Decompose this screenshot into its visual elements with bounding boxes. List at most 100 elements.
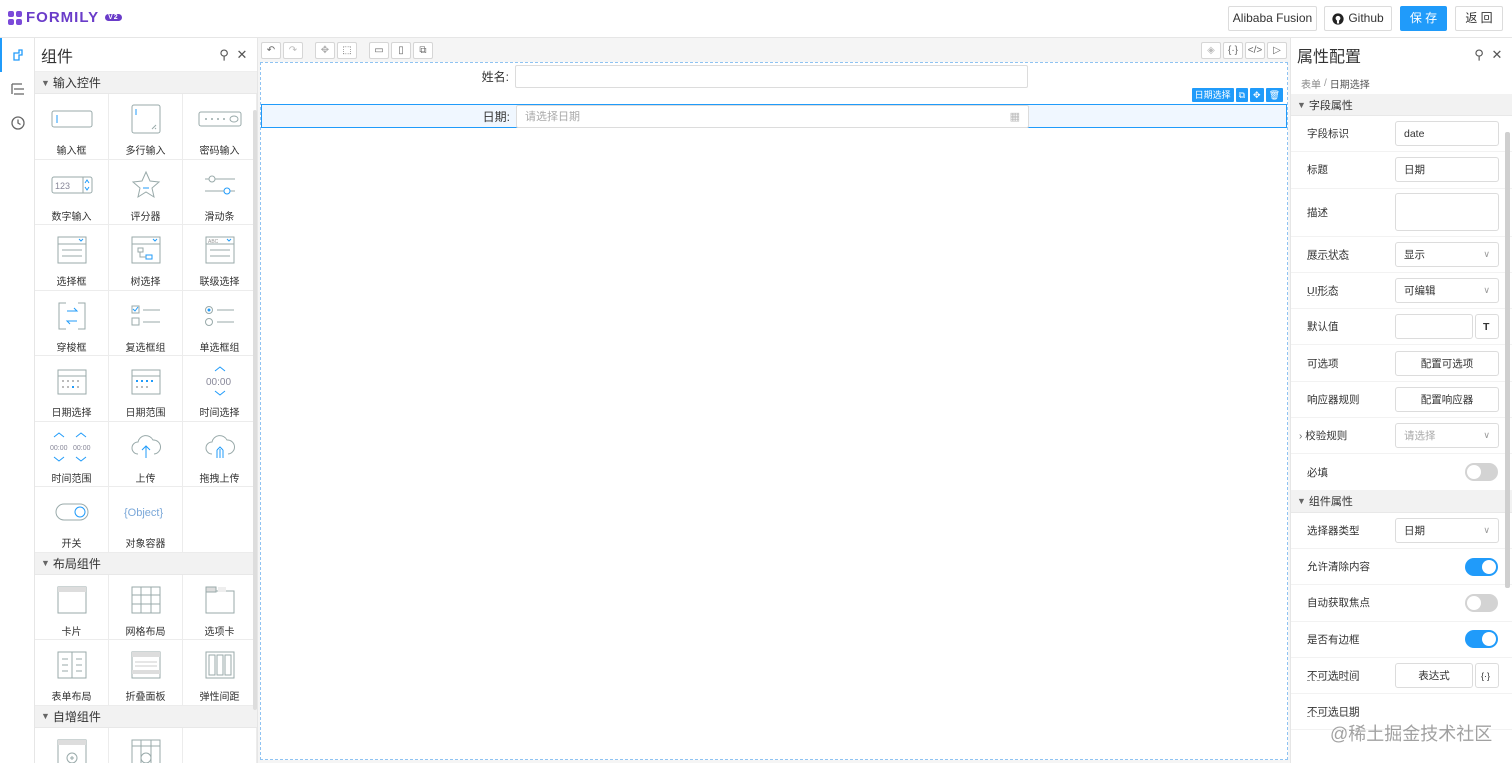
component-time-picker[interactable]: 00:00 时间选择 bbox=[183, 356, 257, 422]
component-object[interactable]: {Object} 对象容器 bbox=[109, 487, 183, 553]
component-cascader[interactable]: ABC 联级选择 bbox=[183, 225, 257, 291]
component-rate[interactable]: 评分器 bbox=[109, 159, 183, 225]
component-input[interactable]: 输入框 bbox=[35, 94, 109, 160]
alibaba-fusion-button[interactable]: Alibaba Fusion bbox=[1228, 6, 1317, 31]
config-options-button[interactable]: 配置可选项 bbox=[1395, 350, 1499, 376]
delete-icon[interactable]: 🗑 bbox=[1265, 88, 1283, 102]
group-array-components[interactable]: ▼ 自增组件 bbox=[35, 705, 257, 728]
description-textarea[interactable] bbox=[1395, 193, 1499, 232]
copy-icon[interactable]: ⧉ bbox=[1235, 88, 1249, 102]
github-button[interactable]: Github bbox=[1324, 6, 1392, 31]
title-input[interactable]: 日期 bbox=[1395, 157, 1499, 183]
component-date-range[interactable]: 日期范围 bbox=[109, 356, 183, 422]
date-picker-input[interactable]: 请选择日期 ▦ bbox=[516, 104, 1029, 128]
preview-button[interactable]: ▷ bbox=[1267, 41, 1287, 59]
field-id-input[interactable]: date bbox=[1395, 121, 1499, 147]
validator-select[interactable]: 请选择 ∨ bbox=[1395, 423, 1499, 449]
default-value-input[interactable] bbox=[1395, 314, 1473, 340]
name-input[interactable] bbox=[515, 64, 1028, 88]
picker-select[interactable]: 日期 ∨ bbox=[1395, 517, 1499, 543]
formily-logo[interactable]: FORMILY V2 bbox=[8, 9, 122, 26]
drag-icon[interactable]: ✥ bbox=[1250, 88, 1264, 102]
pin-icon[interactable]: ⚲ bbox=[215, 47, 233, 63]
field-props-group[interactable]: ▼ 字段属性 bbox=[1291, 94, 1512, 116]
component-label: 滑动条 bbox=[204, 211, 235, 223]
breadcrumb: 表单 / 日期选择 bbox=[1291, 72, 1512, 94]
component-label: 日期范围 bbox=[125, 408, 166, 419]
undo-button[interactable]: ↶ bbox=[261, 41, 281, 59]
expression-button[interactable]: 表达式 bbox=[1395, 663, 1473, 688]
required-switch[interactable] bbox=[1465, 463, 1498, 482]
component-array-table[interactable] bbox=[109, 727, 183, 763]
design-mode-button[interactable]: ◈ bbox=[1201, 41, 1221, 59]
close-icon[interactable]: ✕ bbox=[233, 47, 251, 63]
component-label: 表单布局 bbox=[51, 692, 92, 703]
component-upload[interactable]: 上传 bbox=[109, 421, 183, 487]
component-label: 树选择 bbox=[130, 277, 161, 288]
config-reactions-button[interactable]: 配置响应器 bbox=[1395, 386, 1499, 412]
layout-components-grid: 卡片 网格布局 选项卡 表单布局 折叠面板 弹性间距 bbox=[35, 574, 257, 706]
pin-icon[interactable]: ⚲ bbox=[1470, 47, 1488, 63]
pattern-select[interactable]: 可编辑 ∨ bbox=[1395, 278, 1499, 304]
components-tab[interactable] bbox=[0, 38, 35, 72]
close-icon[interactable]: ✕ bbox=[1488, 47, 1506, 63]
component-array-cards[interactable] bbox=[35, 727, 109, 763]
move-tool-button[interactable]: ✥ bbox=[315, 41, 335, 59]
expression-icon[interactable]: {·} bbox=[1475, 663, 1499, 688]
code-mode-button[interactable]: </> bbox=[1245, 41, 1265, 59]
prop-label[interactable]: › 校验规则 bbox=[1299, 428, 1395, 443]
component-tabs[interactable]: 选项卡 bbox=[183, 574, 257, 640]
prop-label: 默认值 bbox=[1307, 321, 1339, 334]
design-icon: ◈ bbox=[1207, 44, 1215, 56]
component-space[interactable]: 弹性间距 bbox=[183, 640, 257, 706]
outline-tree-tab[interactable] bbox=[0, 72, 35, 106]
component-transfer[interactable]: 穿梭框 bbox=[35, 290, 109, 356]
component-grid[interactable]: 网格布局 bbox=[109, 574, 183, 640]
select-tool-button[interactable]: ⬚ bbox=[337, 41, 357, 59]
form-item-date[interactable]: 日期选择 ⧉ ✥ 🗑 日期: 请选择日期 ▦ bbox=[261, 88, 1287, 128]
component-props-group[interactable]: ▼ 组件属性 bbox=[1291, 490, 1512, 513]
component-switch[interactable]: 开关 bbox=[35, 487, 109, 553]
component-slider[interactable]: 滑动条 bbox=[183, 159, 257, 225]
component-number-input[interactable]: 123 数字输入 bbox=[35, 159, 109, 225]
mobile-view-button[interactable]: ▯ bbox=[391, 41, 411, 59]
allow-clear-switch[interactable] bbox=[1465, 557, 1498, 576]
grid-icon bbox=[124, 583, 168, 617]
component-form-layout[interactable]: 表单布局 bbox=[35, 640, 109, 706]
component-radio-group[interactable]: 单选框组 bbox=[183, 290, 257, 356]
back-button[interactable]: 返 回 bbox=[1455, 6, 1503, 31]
selection-tag[interactable]: 日期选择 bbox=[1191, 88, 1234, 102]
pc-view-button[interactable]: ▭ bbox=[369, 41, 389, 59]
display-select[interactable]: 显示 ∨ bbox=[1395, 241, 1499, 267]
breadcrumb-root[interactable]: 表单 bbox=[1301, 76, 1321, 91]
component-select[interactable]: 选择框 bbox=[35, 225, 109, 291]
bordered-switch[interactable] bbox=[1465, 630, 1498, 649]
save-button[interactable]: 保 存 bbox=[1400, 6, 1447, 31]
form-item-name[interactable]: 姓名: bbox=[261, 64, 1287, 88]
prop-label: 响应器规则 bbox=[1307, 393, 1360, 406]
text-type-icon[interactable]: T bbox=[1475, 314, 1499, 340]
selection-toolbar: 日期选择 ⧉ ✥ 🗑 bbox=[1191, 88, 1283, 102]
component-date-picker[interactable]: 日期选择 bbox=[35, 356, 109, 422]
group-layout-components[interactable]: ▼ 布局组件 bbox=[35, 552, 257, 575]
component-label: 数字输入 bbox=[51, 211, 92, 223]
component-time-range[interactable]: 00:00 00:00 时间范围 bbox=[35, 421, 109, 487]
group-input-controls[interactable]: ▼ 输入控件 bbox=[35, 72, 257, 94]
prop-label: UI形态 bbox=[1307, 285, 1339, 298]
component-card[interactable]: 卡片 bbox=[35, 574, 109, 640]
canvas-workspace[interactable]: 姓名: 日期选择 ⧉ ✥ 🗑 日期: 请选择日期 ▦ bbox=[260, 62, 1288, 760]
component-drag-upload[interactable]: 拖拽上传 bbox=[183, 421, 257, 487]
redo-button[interactable]: ↷ bbox=[283, 41, 303, 59]
component-collapse[interactable]: 折叠面板 bbox=[109, 640, 183, 706]
components-scrollbar[interactable] bbox=[253, 110, 257, 710]
select-value: 可编辑 bbox=[1404, 285, 1436, 298]
component-checkbox-group[interactable]: 复选框组 bbox=[109, 290, 183, 356]
responsive-view-button[interactable]: ⧉ bbox=[413, 41, 433, 59]
history-tab[interactable] bbox=[0, 106, 35, 140]
autofocus-switch[interactable] bbox=[1465, 593, 1498, 612]
properties-scrollbar[interactable] bbox=[1505, 132, 1510, 588]
component-textarea[interactable]: 多行输入 bbox=[109, 94, 183, 160]
component-tree-select[interactable]: 树选择 bbox=[109, 225, 183, 291]
json-mode-button[interactable]: {·} bbox=[1223, 41, 1243, 59]
component-password[interactable]: 密码输入 bbox=[183, 94, 257, 160]
